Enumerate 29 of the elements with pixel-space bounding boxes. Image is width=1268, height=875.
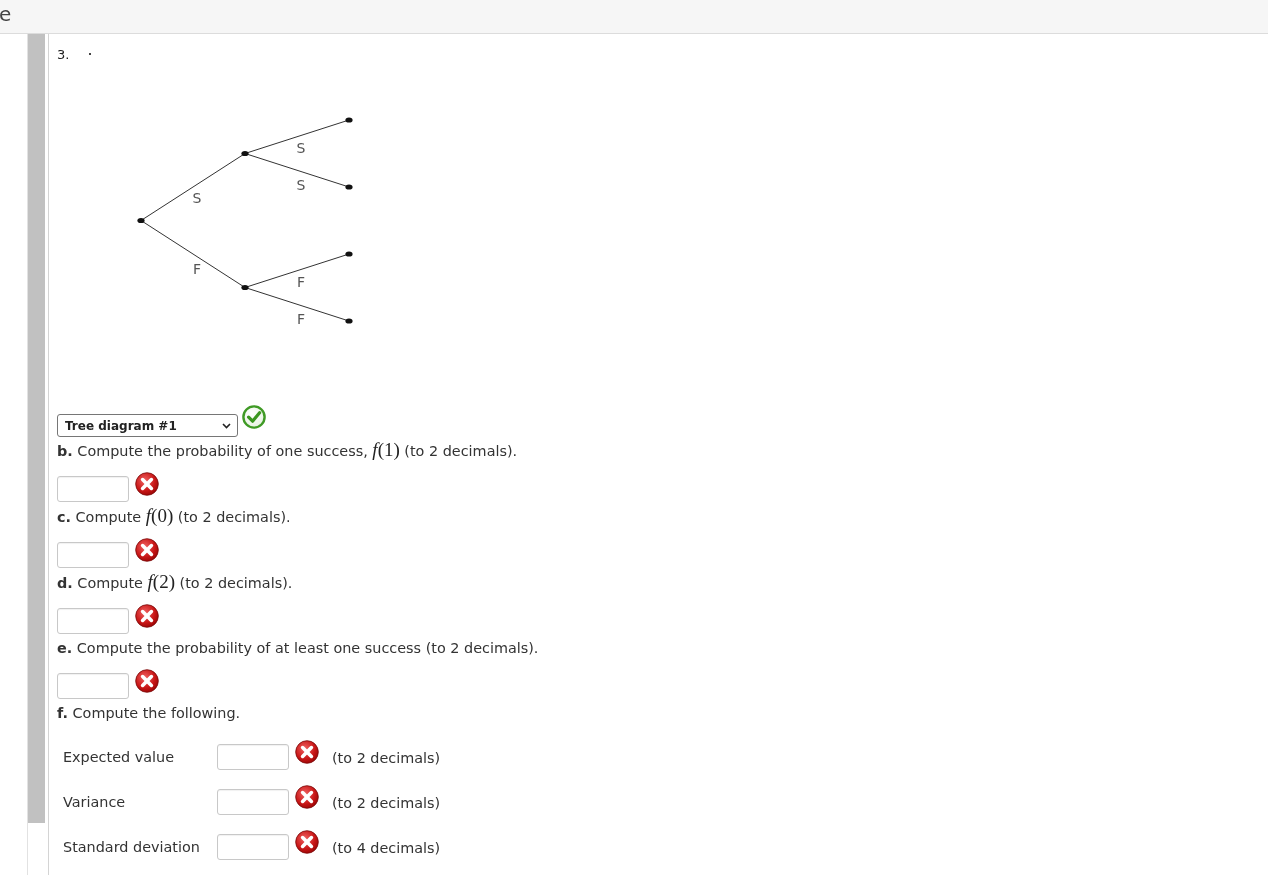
question-number: 3. (57, 46, 70, 64)
question-prompt: f. Compute the following. (57, 704, 241, 722)
header-title: e (0, 1, 12, 28)
answer-field[interactable] (57, 608, 129, 634)
branch-label: F (296, 311, 306, 328)
branch-label: F (192, 261, 202, 277)
branch-label: F (296, 273, 306, 290)
decimals-hint: (to 2 decimals) (332, 749, 441, 767)
decimals-hint: (to 2 decimals) (332, 794, 441, 812)
question-prompt: b. Compute the probability of one success, f(1) (to 2 decimals). (57, 441, 518, 460)
answer-field[interactable] (57, 542, 129, 568)
question-prompt: c. Compute f(0) (to 2 decimals). (57, 507, 291, 526)
row-label: Expected value (63, 748, 175, 766)
branch-label: S (192, 190, 202, 206)
chevron-down-icon (222, 422, 231, 429)
answer-field[interactable] (217, 834, 289, 860)
question-prompt: e. Compute the probability of at least one success (to 2 decimals). (57, 639, 539, 657)
branch-label: S (296, 177, 306, 194)
answer-field[interactable] (217, 789, 289, 815)
answer-field[interactable] (57, 476, 129, 502)
question-prompt: d. Compute f(2) (to 2 decimals). (57, 573, 293, 592)
answer-field[interactable] (57, 673, 129, 699)
answer-field[interactable] (217, 744, 289, 770)
row-label: Variance (63, 793, 126, 811)
row-label: Standard deviation (63, 838, 200, 856)
scrollbar-thumb[interactable] (28, 34, 45, 823)
diagram-dropdown[interactable]: Tree diagram #1 (57, 414, 238, 437)
branch-label: S (296, 139, 306, 156)
decimals-hint: (to 4 decimals) (332, 839, 441, 857)
